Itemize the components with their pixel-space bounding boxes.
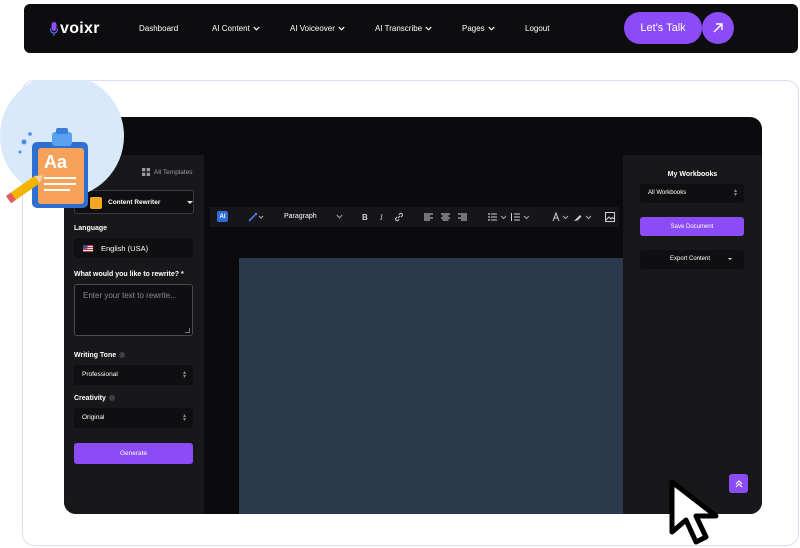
save-document-button[interactable]: Save Document <box>640 217 744 236</box>
page-root: voixr Dashboard AI Content AI Voiceover … <box>0 0 800 548</box>
nav-item-pages[interactable]: Pages <box>462 24 495 33</box>
lets-talk-button[interactable]: Let's Talk <box>624 12 702 44</box>
nav-item-dashboard[interactable]: Dashboard <box>139 24 178 33</box>
rewrite-label-text: What would you like to rewrite? <box>74 271 180 278</box>
us-flag-icon <box>83 245 93 252</box>
rewrite-placeholder: Enter your text to rewrite... <box>83 291 177 300</box>
nav-label: Pages <box>462 24 485 33</box>
nav-item-logout[interactable]: Logout <box>525 24 549 33</box>
editor-toolbar: AI Paragraph B I <box>210 207 619 227</box>
right-panel: My Workbooks All Workbooks ▴ ▾ Save Docum… <box>623 155 762 514</box>
writing-tone-select[interactable]: Professional ▴ ▾ <box>74 365 193 385</box>
italic-icon[interactable]: I <box>380 213 383 222</box>
align-right-icon[interactable] <box>458 213 467 221</box>
numbered-list-icon[interactable] <box>511 213 531 221</box>
required-asterisk: * <box>180 271 184 278</box>
bold-icon[interactable]: B <box>362 213 368 222</box>
paragraph-select[interactable]: Paragraph <box>284 213 317 220</box>
workbooks-title: My Workbooks <box>667 171 718 178</box>
chevron-down-icon <box>253 26 260 31</box>
chevron-down-icon <box>336 214 343 219</box>
writing-tone-label-text: Writing Tone <box>74 352 117 359</box>
logo-text: voixr <box>60 20 100 37</box>
writing-tone-value: Professional <box>82 371 118 378</box>
workbooks-select[interactable]: All Workbooks ▴ ▾ <box>640 184 744 203</box>
sort-arrows-icon: ▴ ▾ <box>733 188 737 198</box>
magic-wand-icon[interactable] <box>248 212 264 222</box>
creativity-value: Original <box>82 414 105 421</box>
image-icon[interactable] <box>605 212 615 222</box>
export-content-button[interactable]: Export Content <box>640 250 744 269</box>
nav-label: Dashboard <box>139 24 179 33</box>
top-navbar: voixr Dashboard AI Content AI Voiceover … <box>24 4 798 53</box>
chevron-down-icon <box>338 26 345 31</box>
all-templates-link[interactable]: All Templates <box>142 168 193 176</box>
info-icon <box>119 352 126 359</box>
font-color-icon[interactable] <box>552 212 570 222</box>
grid-icon <box>142 168 150 176</box>
generate-button[interactable]: Generate <box>74 443 193 464</box>
language-select[interactable]: English (USA) <box>74 238 193 258</box>
microphone-icon <box>50 22 58 36</box>
highlighter-icon[interactable] <box>573 212 593 222</box>
language-label: Language <box>74 225 108 232</box>
bullet-list-icon[interactable] <box>488 213 508 221</box>
arrow-up-right-button[interactable] <box>702 12 734 44</box>
nav-label: AI Content <box>212 24 250 33</box>
nav-label: AI Transcribe <box>375 24 423 33</box>
svg-text:Aa: Aa <box>44 152 68 172</box>
nav-label: AI Voiceover <box>290 24 335 33</box>
clipboard-illustration-icon: Aa <box>0 80 124 208</box>
caret-down-icon <box>187 201 193 204</box>
app-window: All Templates Content Rewriter Language … <box>64 117 762 514</box>
align-left-icon[interactable] <box>424 213 433 221</box>
rewrite-label: What would you like to rewrite? * <box>74 271 184 278</box>
chevron-down-icon <box>488 26 495 31</box>
arrow-up-right-icon <box>713 23 723 33</box>
ai-badge-button[interactable]: AI <box>217 211 228 222</box>
info-icon <box>108 395 115 402</box>
nav-item-ai-content[interactable]: AI Content <box>212 24 260 33</box>
sort-arrows-icon: ▴ ▾ <box>182 370 186 380</box>
nav-item-ai-voiceover[interactable]: AI Voiceover <box>290 24 345 33</box>
creativity-label-text: Creativity <box>74 395 106 402</box>
align-center-icon[interactable] <box>441 213 450 221</box>
export-content-label: Export Content <box>670 256 711 262</box>
language-value: English (USA) <box>101 244 149 253</box>
nav-item-ai-transcribe[interactable]: AI Transcribe <box>375 24 432 33</box>
creativity-select[interactable]: Original ▴ ▾ <box>74 408 193 428</box>
caret-down-icon <box>728 258 732 260</box>
workbooks-select-value: All Workbooks <box>648 190 687 196</box>
creativity-label: Creativity <box>74 395 115 402</box>
logo[interactable]: voixr <box>50 19 100 39</box>
chevron-down-icon <box>425 26 432 31</box>
mouse-pointer-icon <box>669 479 719 545</box>
nav-label: Logout <box>525 24 550 33</box>
link-icon[interactable] <box>394 212 404 222</box>
resize-handle[interactable] <box>185 328 190 333</box>
writing-tone-label: Writing Tone <box>74 352 126 359</box>
rewrite-textarea[interactable]: Enter your text to rewrite... <box>74 284 193 336</box>
sort-arrows-icon: ▴ ▾ <box>182 413 186 423</box>
all-templates-label: All Templates <box>154 168 193 176</box>
